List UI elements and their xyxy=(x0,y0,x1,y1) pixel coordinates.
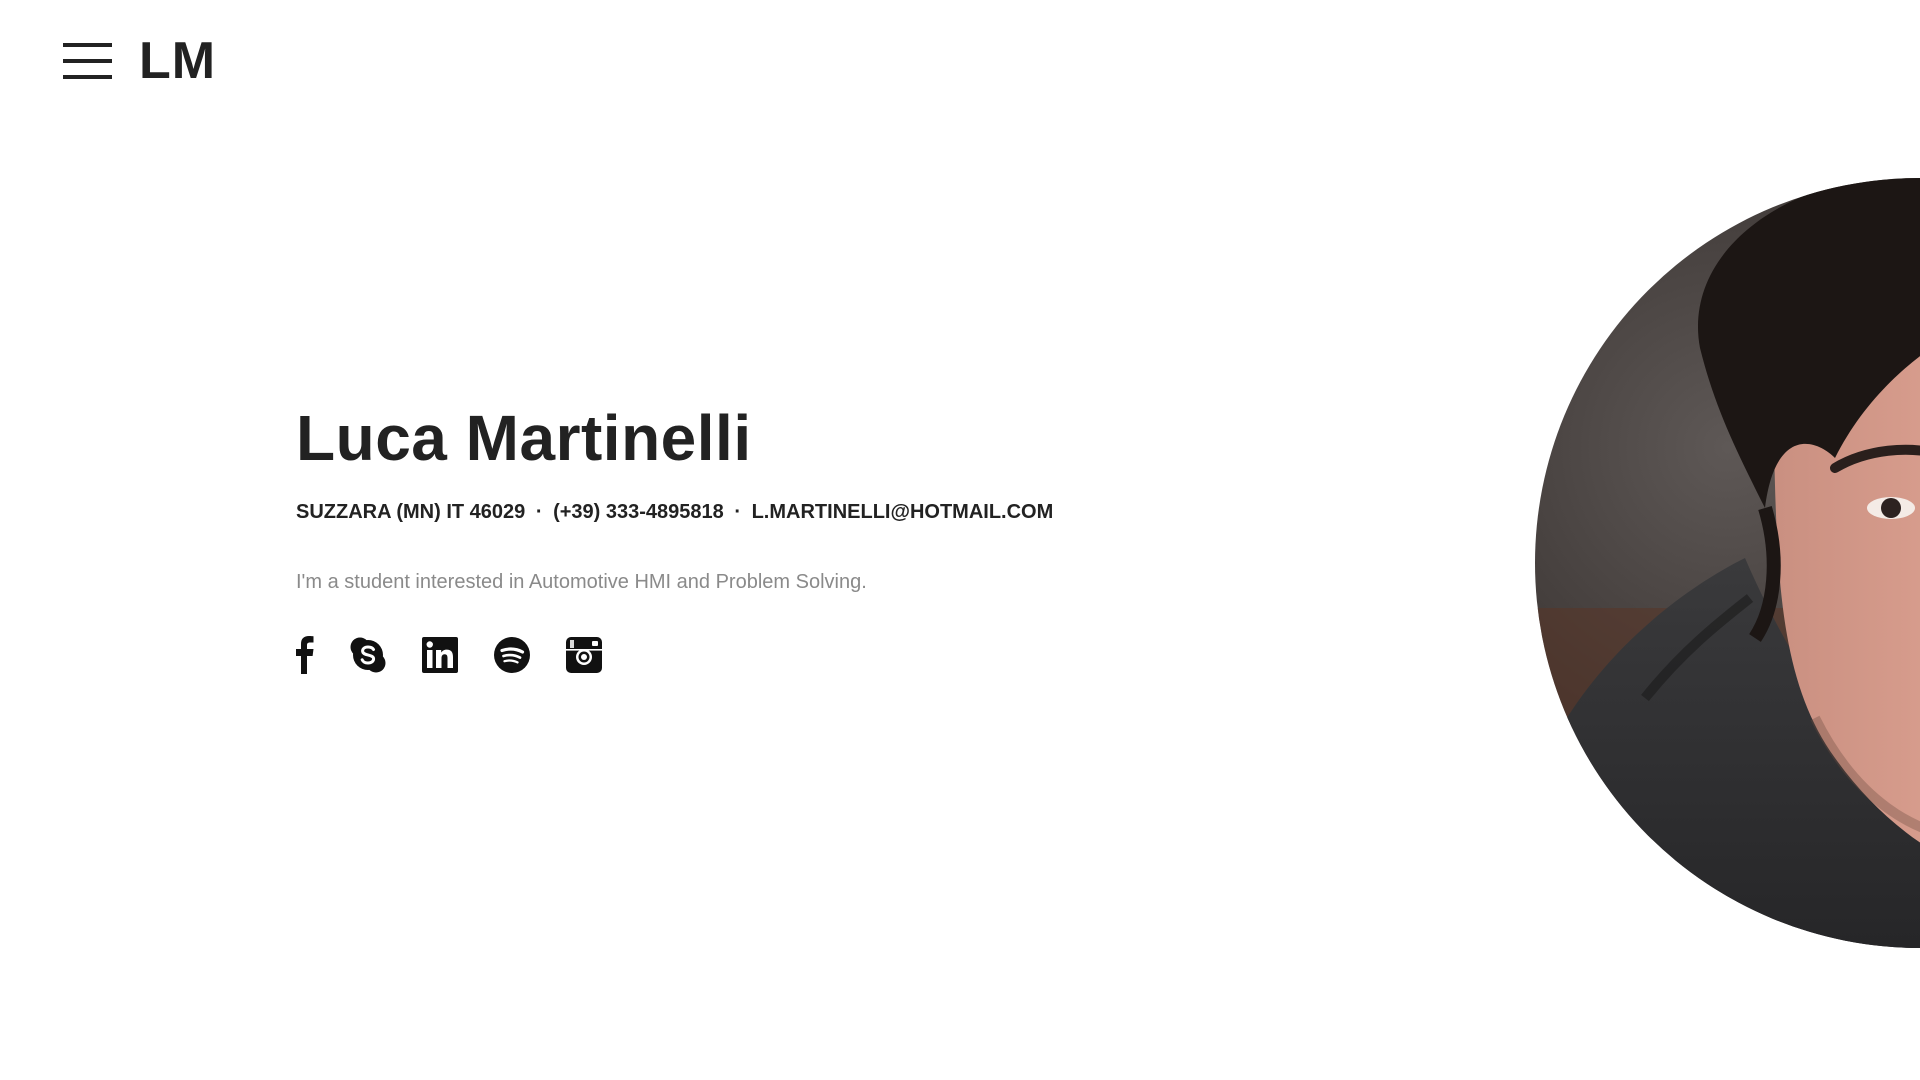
intro-section: Luca Martinelli SUZZARA (MN) IT 46029 · … xyxy=(296,402,1196,674)
contact-separator: · xyxy=(734,501,742,523)
skype-icon[interactable] xyxy=(350,637,386,673)
profile-tagline: I'm a student interested in Automotive H… xyxy=(296,571,867,593)
top-bar: LM xyxy=(63,32,216,90)
hamburger-menu-icon[interactable] xyxy=(63,43,112,79)
contact-location: SUZZARA (MN) IT 46029 xyxy=(296,501,526,523)
hamburger-line xyxy=(63,75,112,79)
profile-name: Luca Martinelli xyxy=(296,402,752,474)
hamburger-line xyxy=(63,59,112,63)
hamburger-line xyxy=(63,43,112,47)
site-logo[interactable]: LM xyxy=(139,32,216,90)
spotify-icon[interactable] xyxy=(494,637,530,673)
facebook-icon[interactable] xyxy=(296,636,314,674)
contact-line: SUZZARA (MN) IT 46029 · (+39) 333-489581… xyxy=(296,500,1196,524)
page: LM Luca Martinelli SUZZARA (MN) IT 46029… xyxy=(0,0,1920,1080)
linkedin-icon[interactable] xyxy=(422,637,458,673)
social-links xyxy=(296,636,1196,674)
instagram-icon[interactable] xyxy=(566,637,602,673)
profile-photo xyxy=(1535,178,1920,948)
contact-phone[interactable]: (+39) 333-4895818 xyxy=(553,501,724,523)
contact-separator: · xyxy=(535,501,543,523)
contact-email-link[interactable]: L.MARTINELLI@HOTMAIL.COM xyxy=(752,501,1054,523)
